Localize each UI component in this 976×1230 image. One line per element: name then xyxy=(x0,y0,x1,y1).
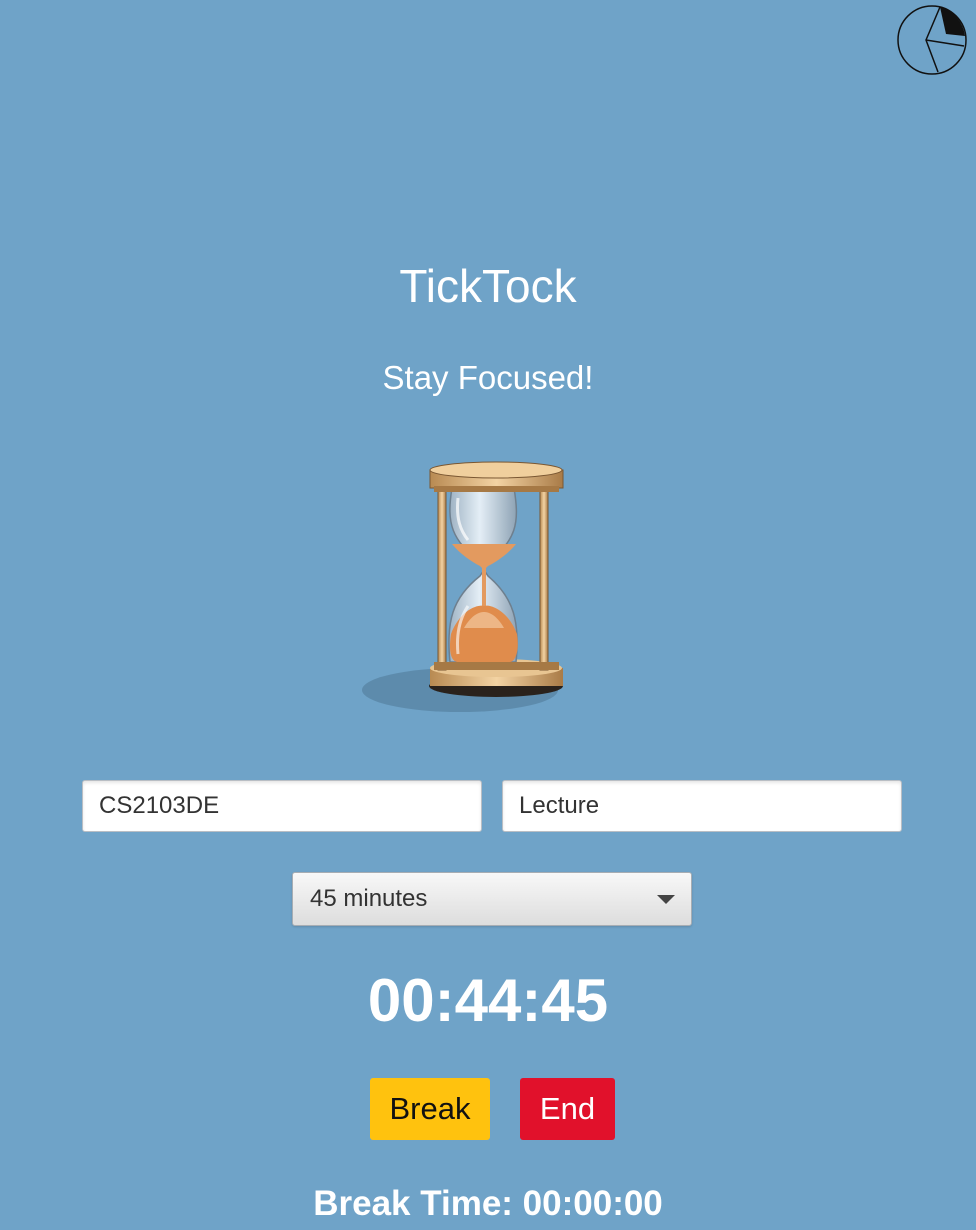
pie-chart-icon xyxy=(897,5,967,75)
break-time-display: Break Time: 00:00:00 xyxy=(313,1184,663,1223)
app-title: TickTock xyxy=(399,260,577,312)
duration-value: 45 minutes xyxy=(310,885,428,912)
chevron-down-icon xyxy=(657,895,675,904)
app-tagline: Stay Focused! xyxy=(382,359,594,396)
stats-button[interactable] xyxy=(896,4,968,76)
course-input[interactable] xyxy=(82,780,482,832)
end-button[interactable]: End xyxy=(520,1078,615,1140)
session-type-input[interactable] xyxy=(502,780,902,832)
duration-select[interactable]: 45 minutes xyxy=(292,872,692,926)
timer-display: 00:44:45 xyxy=(367,967,609,1034)
break-button[interactable]: Break xyxy=(370,1078,490,1140)
hourglass-icon xyxy=(362,461,564,712)
